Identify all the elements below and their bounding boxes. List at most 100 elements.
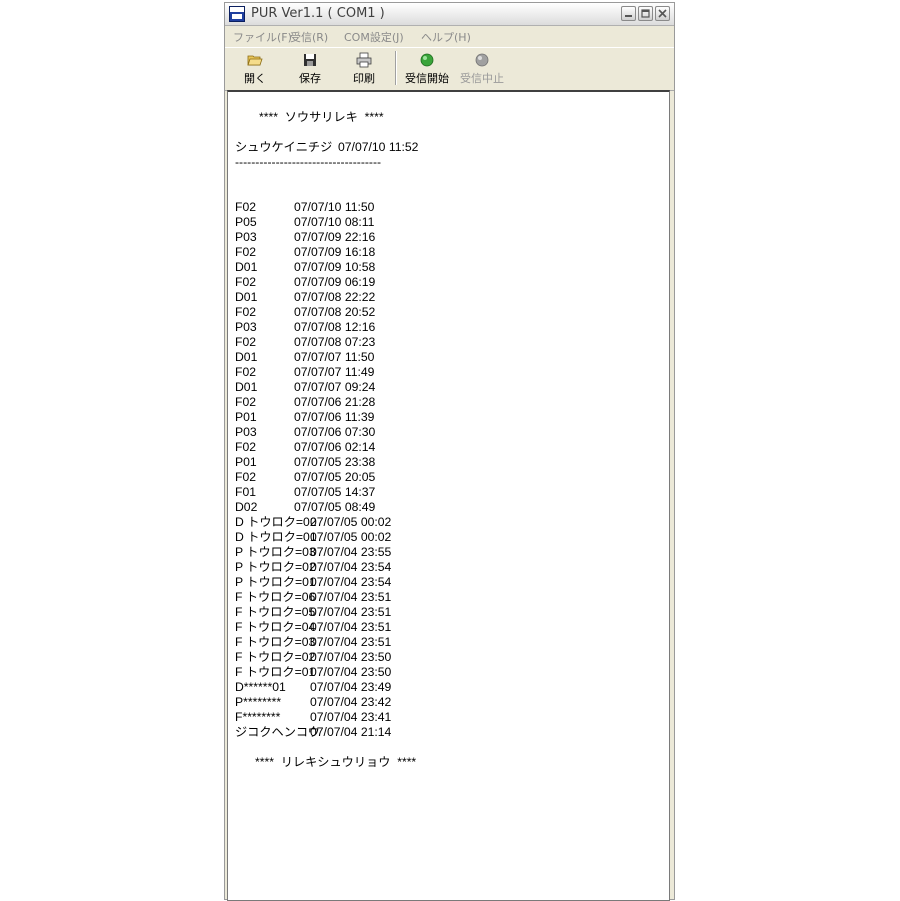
- save-label: 保存: [299, 72, 321, 85]
- green-status-icon: [420, 53, 434, 67]
- log-entry-date: 07/07/06 11:39: [294, 410, 375, 424]
- log-entry-date: 07/07/08 07:23: [294, 335, 376, 349]
- print-label: 印刷: [353, 72, 375, 85]
- log-entry: D01 07/07/07 11:50: [235, 350, 665, 365]
- log-entry: D01 07/07/08 22:22: [235, 290, 665, 305]
- log-entry-id: F02: [235, 335, 257, 349]
- log-entry-date: 07/07/05 00:02: [310, 530, 392, 544]
- log-entry-id: D01: [235, 260, 258, 274]
- log-blank-line: [235, 125, 665, 140]
- menu-receive[interactable]: 受信(R): [290, 29, 328, 45]
- window-title: PUR Ver1.1 ( COM1 ): [251, 6, 385, 21]
- log-entry: D02 07/07/05 08:49: [235, 500, 665, 515]
- log-entry-id: F01: [235, 485, 257, 499]
- log-entry: P01 07/07/05 23:38: [235, 455, 665, 470]
- start-receive-button[interactable]: 受信開始: [402, 52, 452, 88]
- log-entry-date: 07/07/09 06:19: [294, 275, 376, 289]
- log-entry-date: 07/07/04 23:51: [310, 620, 392, 634]
- print-button[interactable]: 印刷: [350, 52, 378, 88]
- log-entry: P05 07/07/10 08:11: [235, 215, 665, 230]
- timestamp-value: 07/07/10 11:52: [338, 140, 419, 154]
- log-entry-id: P01: [235, 410, 257, 424]
- printer-icon: [356, 52, 372, 68]
- start-receive-label: 受信開始: [405, 72, 449, 85]
- open-label: 開く: [244, 72, 266, 85]
- log-blank-line: [235, 170, 665, 185]
- log-entry-id: D01: [235, 350, 258, 364]
- open-button[interactable]: 開く: [243, 52, 267, 88]
- log-entry-id: P03: [235, 230, 257, 244]
- log-entry-date: 07/07/07 11:49: [294, 365, 375, 379]
- log-entry: F02 07/07/05 20:05: [235, 470, 665, 485]
- log-entry-date: 07/07/04 23:42: [310, 695, 392, 709]
- log-entry: F トウロク=0107/07/04 23:50: [235, 665, 665, 680]
- log-entry-id: P05: [235, 215, 257, 229]
- log-entry: F02 07/07/06 21:28: [235, 395, 665, 410]
- log-entry-date: 07/07/08 12:16: [294, 320, 376, 334]
- log-entry-date: 07/07/04 23:49: [310, 680, 392, 694]
- log-entry: F02 07/07/09 16:18: [235, 245, 665, 260]
- menu-help[interactable]: ヘルプ(H): [421, 29, 471, 45]
- log-entry-date: 07/07/04 23:50: [310, 665, 392, 679]
- folder-open-icon: [247, 55, 263, 66]
- log-entry: ジコクヘンコウ07/07/04 21:14: [235, 725, 665, 740]
- title-bar[interactable]: PUR Ver1.1 ( COM1 ): [225, 3, 674, 26]
- log-entry: F トウロク=0607/07/04 23:51: [235, 590, 665, 605]
- log-entry: P トウロク=0107/07/04 23:54: [235, 575, 665, 590]
- log-blank-line: [235, 740, 665, 755]
- log-content: **** ソウサリレキ **** シュウケイニチジ 07/07/10 11:52 …: [235, 110, 665, 770]
- log-timestamp-row: シュウケイニチジ 07/07/10 11:52: [235, 140, 665, 155]
- timestamp-label: シュウケイニチジ: [235, 140, 333, 154]
- log-entry-date: 07/07/04 23:54: [310, 560, 392, 574]
- log-entry-id: P03: [235, 320, 257, 334]
- stop-receive-button[interactable]: 受信中止: [457, 52, 507, 88]
- log-entry-date: 07/07/04 23:55: [310, 545, 392, 559]
- toolbar: 開く 保存 印刷 受信開始 受信中止: [225, 47, 674, 91]
- save-button[interactable]: 保存: [296, 52, 324, 88]
- log-entry-date: 07/07/05 23:38: [294, 455, 376, 469]
- log-entry-id: ジコクヘンコウ: [235, 725, 320, 739]
- log-entry-date: 07/07/06 21:28: [294, 395, 376, 409]
- log-entry-id: P トウロク=02: [235, 560, 316, 574]
- log-entry-id: F トウロク=01: [235, 665, 316, 679]
- log-text-area[interactable]: **** ソウサリレキ **** シュウケイニチジ 07/07/10 11:52 …: [227, 90, 670, 901]
- log-entry-id: F トウロク=04: [235, 620, 316, 634]
- log-entry: F01 07/07/05 14:37: [235, 485, 665, 500]
- log-entry-date: 07/07/05 00:02: [310, 515, 392, 529]
- log-entry-id: F02: [235, 245, 257, 259]
- log-entry-date: 07/07/06 02:14: [294, 440, 376, 454]
- close-button[interactable]: [655, 6, 670, 21]
- log-entry-date: 07/07/10 11:50: [294, 200, 375, 214]
- stop-receive-label: 受信中止: [460, 72, 504, 85]
- log-entry: F******** 07/07/04 23:41: [235, 710, 665, 725]
- log-entry-id: P********: [235, 695, 282, 709]
- app-window: PUR Ver1.1 ( COM1 ) ファイル(F) 受信(R) COM設定(…: [224, 2, 675, 901]
- log-entry-date: 07/07/04 23:51: [310, 635, 392, 649]
- log-entry-date: 07/07/04 23:54: [310, 575, 392, 589]
- log-entry-date: 07/07/05 08:49: [294, 500, 376, 514]
- log-entry-id: P トウロク=01: [235, 575, 316, 589]
- log-entry: P03 07/07/09 22:16: [235, 230, 665, 245]
- log-entry-id: F********: [235, 710, 281, 724]
- log-entry-date: 07/07/08 22:22: [294, 290, 376, 304]
- log-entry: P03 07/07/06 07:30: [235, 425, 665, 440]
- log-entry: F02 07/07/06 02:14: [235, 440, 665, 455]
- log-entry-date: 07/07/06 07:30: [294, 425, 376, 439]
- menu-file[interactable]: ファイル(F): [233, 29, 292, 45]
- log-entry: P******** 07/07/04 23:42: [235, 695, 665, 710]
- maximize-button[interactable]: [638, 6, 653, 21]
- log-entry-id: F02: [235, 305, 257, 319]
- log-entry-id: F トウロク=05: [235, 605, 316, 619]
- log-entry: P03 07/07/08 12:16: [235, 320, 665, 335]
- log-entry: P トウロク=0207/07/04 23:54: [235, 560, 665, 575]
- log-entry: D トウロク=0107/07/05 00:02: [235, 530, 665, 545]
- log-entry-date: 07/07/04 23:51: [310, 590, 392, 604]
- log-entry: F トウロク=0207/07/04 23:50: [235, 650, 665, 665]
- log-entry: F トウロク=0407/07/04 23:51: [235, 620, 665, 635]
- app-icon[interactable]: [229, 6, 245, 22]
- log-entry-list: F02 07/07/10 11:50 P05 07/07/10 08:11 P03 07/…: [235, 200, 665, 740]
- menu-com-settings[interactable]: COM設定(J): [344, 29, 404, 45]
- log-entry-date: 07/07/08 20:52: [294, 305, 376, 319]
- log-entry-id: F02: [235, 275, 257, 289]
- minimize-button[interactable]: [621, 6, 636, 21]
